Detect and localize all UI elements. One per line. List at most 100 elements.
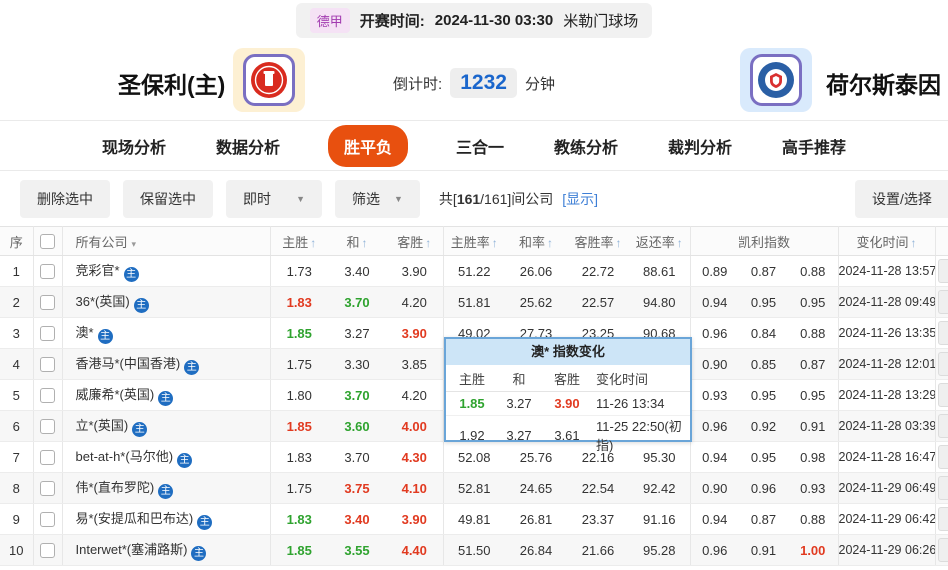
company-cell[interactable]: 易*(安提瓜和巴布达)主: [62, 504, 270, 535]
row-checkbox[interactable]: [40, 543, 55, 558]
popup-header-time: 变化时间: [594, 369, 690, 388]
return-rate: 95.28: [629, 535, 690, 566]
row-edge-cell: [935, 256, 948, 287]
header-company[interactable]: 所有公司▾: [62, 227, 270, 256]
header-home[interactable]: 主胜↑: [270, 227, 328, 256]
header-draw[interactable]: 和↑: [328, 227, 386, 256]
odds-away[interactable]: 4.00: [386, 411, 443, 442]
company-cell[interactable]: 香港马*(中国香港)主: [62, 349, 270, 380]
row-checkbox[interactable]: [40, 264, 55, 279]
company-cell[interactable]: Interwet*(塞浦路斯)主: [62, 535, 270, 566]
kelly-index: 1.00: [788, 535, 838, 566]
row-edge-button[interactable]: [938, 352, 948, 376]
away-rate: 22.57: [567, 287, 629, 318]
odds-home[interactable]: 1.85: [270, 318, 328, 349]
header-return-rate[interactable]: 返还率↑: [629, 227, 690, 256]
nav-tab[interactable]: 高手推荐: [780, 126, 848, 166]
row-checkbox[interactable]: [40, 295, 55, 310]
nav-tab[interactable]: 三合一: [454, 126, 506, 166]
filter-dropdown[interactable]: 筛选 ▼: [335, 180, 420, 218]
settings-select-button[interactable]: 设置/选择: [855, 180, 948, 218]
odds-home[interactable]: 1.83: [270, 442, 328, 473]
table-row: 9易*(安提瓜和巴布达)主1.833.403.9049.8126.8123.37…: [0, 504, 948, 535]
odds-home[interactable]: 1.75: [270, 349, 328, 380]
odds-draw[interactable]: 3.40: [328, 256, 386, 287]
nav-tab[interactable]: 胜平负: [328, 125, 408, 167]
odds-away[interactable]: 3.90: [386, 504, 443, 535]
odds-home[interactable]: 1.85: [270, 535, 328, 566]
keep-selected-button[interactable]: 保留选中: [123, 180, 213, 218]
change-time: 2024-11-28 16:47: [838, 442, 935, 473]
header-change-time[interactable]: 变化时间↑: [838, 227, 935, 256]
odds-away[interactable]: 3.90: [386, 318, 443, 349]
row-edge-button[interactable]: [938, 538, 948, 562]
nav-tab[interactable]: 裁判分析: [666, 126, 734, 166]
odds-away[interactable]: 4.30: [386, 442, 443, 473]
odds-draw[interactable]: 3.75: [328, 473, 386, 504]
row-checkbox-cell: [33, 504, 62, 535]
row-edge-button[interactable]: [938, 445, 948, 469]
header-home-rate[interactable]: 主胜率↑: [443, 227, 505, 256]
row-edge-button[interactable]: [938, 321, 948, 345]
row-checkbox-cell: [33, 411, 62, 442]
holstein-kiel-crest-icon: [756, 60, 796, 100]
company-cell[interactable]: 伟*(直布罗陀)主: [62, 473, 270, 504]
odds-away[interactable]: 3.85: [386, 349, 443, 380]
kelly-index: 0.91: [739, 535, 788, 566]
company-cell[interactable]: 威廉希*(英国)主: [62, 380, 270, 411]
row-checkbox[interactable]: [40, 512, 55, 527]
row-checkbox[interactable]: [40, 419, 55, 434]
select-all-checkbox[interactable]: [40, 234, 55, 249]
company-name: 易*(安提瓜和巴布达): [76, 511, 194, 526]
row-checkbox[interactable]: [40, 450, 55, 465]
header-away[interactable]: 客胜↑: [386, 227, 443, 256]
odds-draw[interactable]: 3.30: [328, 349, 386, 380]
odds-away[interactable]: 4.20: [386, 287, 443, 318]
odds-draw[interactable]: 3.55: [328, 535, 386, 566]
row-checkbox[interactable]: [40, 481, 55, 496]
nav-tab[interactable]: 数据分析: [214, 126, 282, 166]
odds-home[interactable]: 1.85: [270, 411, 328, 442]
row-edge-button[interactable]: [938, 383, 948, 407]
header-away-rate[interactable]: 客胜率↑: [567, 227, 629, 256]
odds-draw[interactable]: 3.40: [328, 504, 386, 535]
delete-selected-button[interactable]: 删除选中: [20, 180, 110, 218]
odds-away[interactable]: 4.40: [386, 535, 443, 566]
company-cell[interactable]: 澳*主: [62, 318, 270, 349]
company-cell[interactable]: 竞彩官*主: [62, 256, 270, 287]
nav-tab[interactable]: 现场分析: [100, 126, 168, 166]
odds-home[interactable]: 1.83: [270, 504, 328, 535]
odds-draw[interactable]: 3.27: [328, 318, 386, 349]
company-cell[interactable]: bet-at-h*(马尔他)主: [62, 442, 270, 473]
row-edge-button[interactable]: [938, 507, 948, 531]
header-draw-rate[interactable]: 和率↑: [505, 227, 567, 256]
kickoff-label: 开赛时间:: [360, 10, 425, 31]
row-checkbox[interactable]: [40, 357, 55, 372]
odds-draw[interactable]: 3.70: [328, 380, 386, 411]
odds-draw[interactable]: 3.70: [328, 442, 386, 473]
instant-dropdown[interactable]: 即时 ▼: [226, 180, 322, 218]
nav-tab[interactable]: 教练分析: [552, 126, 620, 166]
odds-home[interactable]: 1.80: [270, 380, 328, 411]
row-edge-button[interactable]: [938, 259, 948, 283]
row-checkbox[interactable]: [40, 388, 55, 403]
company-cell[interactable]: 36*(英国)主: [62, 287, 270, 318]
odds-home[interactable]: 1.73: [270, 256, 328, 287]
host-badge-icon: 主: [184, 360, 199, 375]
row-edge-button[interactable]: [938, 290, 948, 314]
sort-up-icon: ↑: [492, 236, 498, 250]
odds-home[interactable]: 1.75: [270, 473, 328, 504]
row-edge-button[interactable]: [938, 414, 948, 438]
odds-home[interactable]: 1.83: [270, 287, 328, 318]
odds-away[interactable]: 4.10: [386, 473, 443, 504]
row-seq: 1: [0, 256, 33, 287]
row-checkbox[interactable]: [40, 326, 55, 341]
show-link[interactable]: [显示]: [562, 191, 598, 207]
odds-away[interactable]: 3.90: [386, 256, 443, 287]
row-edge-cell: [935, 349, 948, 380]
odds-away[interactable]: 4.20: [386, 380, 443, 411]
odds-draw[interactable]: 3.60: [328, 411, 386, 442]
company-cell[interactable]: 立*(英国)主: [62, 411, 270, 442]
odds-draw[interactable]: 3.70: [328, 287, 386, 318]
row-edge-button[interactable]: [938, 476, 948, 500]
